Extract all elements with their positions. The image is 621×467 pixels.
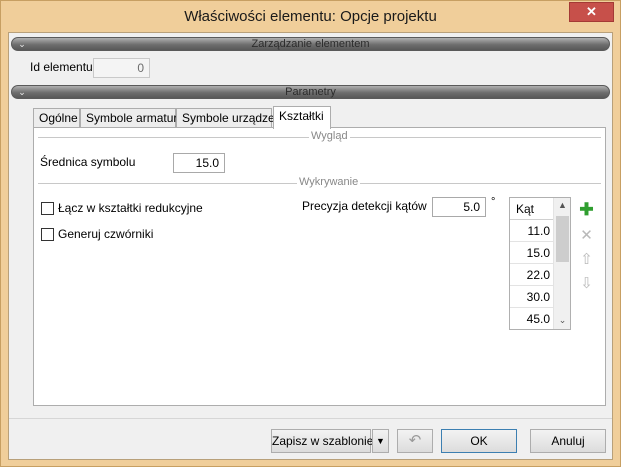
angles-grid-row[interactable]: 11.0	[510, 220, 553, 242]
generate-crosses-checkbox[interactable]	[41, 228, 54, 241]
angle-precision-label: Precyzja detekcji kątów	[302, 199, 427, 213]
footer-divider	[9, 418, 612, 419]
section-title: Zarządzanie elementem	[251, 38, 370, 50]
delete-icon: ✕	[580, 226, 593, 244]
symbol-diameter-label: Średnica symbolu	[40, 155, 136, 169]
delete-angle-button[interactable]: ✕	[577, 225, 596, 244]
tab-fitting-symbols[interactable]: Symbole armatury	[80, 108, 183, 128]
degree-unit: °	[491, 196, 496, 208]
scroll-thumb[interactable]	[556, 216, 569, 262]
angles-grid-row[interactable]: 45.0	[510, 308, 553, 329]
undo-icon: ↶	[408, 432, 422, 449]
undo-button[interactable]: ↶	[397, 429, 433, 453]
generate-crosses-label[interactable]: Generuj czwórniki	[58, 227, 153, 241]
move-down-icon: ⇩	[580, 274, 593, 292]
angles-grid-scrollbar[interactable]: ▲ ⌄	[553, 198, 570, 329]
appearance-group-title: Wygląd	[309, 130, 350, 142]
tab-fittings[interactable]: Kształtki	[273, 106, 331, 129]
section-parameters[interactable]: ⌄ Parametry	[11, 85, 610, 99]
save-template-dropdown[interactable]: ▼	[372, 429, 389, 453]
section-title: Parametry	[285, 86, 336, 98]
detection-group-title: Wykrywanie	[297, 176, 361, 188]
reduction-fittings-label[interactable]: Łącz w kształtki redukcyjne	[58, 201, 203, 215]
save-template-button[interactable]: Zapisz w szablonie	[271, 429, 373, 453]
scroll-down-icon[interactable]: ⌄	[554, 315, 570, 326]
section-element-management[interactable]: ⌄ Zarządzanie elementem	[11, 37, 610, 51]
dialog-window: Właściwości elementu: Opcje projektu ✕ ⌄…	[0, 0, 621, 467]
dialog-body: ⌄ Zarządzanie elementem Id elementu 0 ⌄ …	[8, 32, 613, 460]
reduction-fittings-checkbox[interactable]	[41, 202, 54, 215]
angles-grid-row[interactable]: 15.0	[510, 242, 553, 264]
angles-grid-row[interactable]: 22.0	[510, 264, 553, 286]
tab-panel-fittings: Wygląd Średnica symbolu 15.0 Wykrywanie …	[33, 127, 606, 406]
scroll-up-icon[interactable]: ▲	[554, 200, 570, 210]
tab-device-symbols[interactable]: Symbole urządzeń	[176, 108, 281, 128]
close-icon: ✕	[586, 4, 597, 19]
move-up-icon: ⇧	[580, 250, 593, 268]
angles-grid[interactable]: Kąt 11.0 15.0 22.0 30.0 45.0 ▲ ⌄	[509, 197, 571, 330]
cancel-button[interactable]: Anuluj	[530, 429, 606, 453]
move-up-button[interactable]: ⇧	[577, 249, 596, 268]
window-title: Właściwości elementu: Opcje projektu	[184, 8, 437, 25]
move-down-button[interactable]: ⇩	[577, 273, 596, 292]
chevron-down-icon: ▼	[376, 436, 385, 446]
element-id-label: Id elementu	[30, 60, 93, 74]
angles-grid-row[interactable]: 30.0	[510, 286, 553, 308]
ok-button[interactable]: OK	[441, 429, 517, 453]
angle-precision-input[interactable]: 5.0	[432, 197, 486, 217]
symbol-diameter-input[interactable]: 15.0	[173, 153, 225, 173]
add-icon: ✚	[579, 199, 594, 219]
tab-general[interactable]: Ogólne	[33, 108, 80, 128]
close-button[interactable]: ✕	[569, 2, 614, 22]
title-bar[interactable]: Właściwości elementu: Opcje projektu ✕	[1, 1, 620, 32]
add-angle-button[interactable]: ✚	[577, 200, 596, 219]
element-id-field: 0	[93, 58, 150, 78]
angles-grid-header: Kąt	[510, 198, 553, 220]
